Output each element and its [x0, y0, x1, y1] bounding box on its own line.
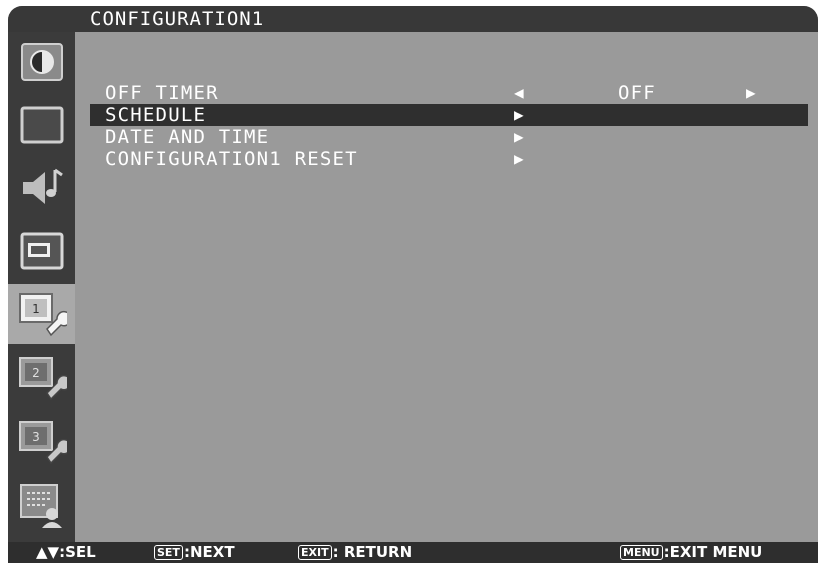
menu-item-label: OFF TIMER	[105, 82, 219, 104]
sidebar-item-configuration2[interactable]: 2	[8, 348, 75, 408]
hint-exit-menu-text: :EXIT MENU	[663, 543, 763, 561]
screen-adjust-icon	[20, 106, 63, 144]
hint-select: ▲▼:SEL	[36, 543, 96, 562]
picture-contrast-icon	[20, 43, 63, 81]
menu-item-label: SCHEDULE	[105, 104, 207, 126]
submenu-arrow-icon: ▶	[514, 127, 525, 146]
submenu-arrow-icon: ▶	[514, 105, 525, 124]
sidebar-item-configuration3[interactable]: 3	[8, 412, 75, 472]
hint-next-text: :NEXT	[183, 543, 235, 561]
menu-item-date-and-time[interactable]: DATE AND TIME ▶	[90, 126, 808, 148]
configuration1-icon: 1	[18, 293, 67, 337]
menu-item-label: CONFIGURATION1 RESET	[105, 148, 358, 170]
configuration3-icon: 3	[18, 421, 67, 465]
hint-next: SET:NEXT	[154, 543, 235, 562]
submenu-arrow-icon: ▶	[514, 149, 525, 168]
svg-text:1: 1	[32, 302, 40, 316]
exit-key-icon: EXIT	[298, 545, 332, 560]
sidebar-item-screen[interactable]	[8, 95, 75, 155]
advanced-option-icon	[19, 484, 62, 528]
audio-icon	[22, 168, 63, 204]
hint-return-text: : RETURN	[332, 543, 413, 561]
title-bar: CONFIGURATION1	[8, 6, 818, 32]
sidebar-item-audio[interactable]	[8, 158, 75, 218]
svg-text:2: 2	[32, 366, 40, 380]
hint-exit-menu: MENU:EXIT MENU	[620, 543, 762, 562]
off-timer-value: OFF	[618, 82, 656, 104]
pip-icon	[20, 232, 63, 270]
right-arrow-icon[interactable]: ▶	[746, 82, 757, 104]
menu-item-schedule[interactable]: SCHEDULE ▶	[90, 104, 808, 126]
up-down-arrow-icon: ▲▼	[36, 543, 60, 561]
sidebar-item-configuration1[interactable]: 1	[8, 284, 75, 344]
svg-text:3: 3	[32, 430, 40, 444]
sidebar-item-advanced[interactable]	[8, 475, 75, 535]
footer-hint-bar: ▲▼:SEL SET:NEXT EXIT: RETURN MENU:EXIT M…	[8, 542, 818, 563]
sidebar-item-pip[interactable]	[8, 221, 75, 281]
osd-window: CONFIGURATION1 1 2 3 OFF TIMER ◀ OFF ▶ S…	[8, 6, 818, 563]
sidebar: 1 2 3	[8, 32, 75, 542]
configuration2-icon: 2	[18, 357, 67, 401]
left-arrow-icon[interactable]: ◀	[514, 82, 525, 104]
hint-select-text: :SEL	[59, 543, 96, 561]
menu-item-label: DATE AND TIME	[105, 126, 270, 148]
set-key-icon: SET	[154, 545, 183, 560]
hint-return: EXIT: RETURN	[298, 543, 412, 562]
sidebar-item-picture[interactable]	[8, 32, 75, 92]
menu-item-configuration1-reset[interactable]: CONFIGURATION1 RESET ▶	[90, 148, 808, 170]
page-title: CONFIGURATION1	[90, 8, 265, 30]
menu-item-off-timer[interactable]: OFF TIMER ◀ OFF ▶	[90, 82, 808, 104]
menu-key-icon: MENU	[620, 545, 663, 560]
menu-list: OFF TIMER ◀ OFF ▶ SCHEDULE ▶ DATE AND TI…	[90, 82, 808, 170]
